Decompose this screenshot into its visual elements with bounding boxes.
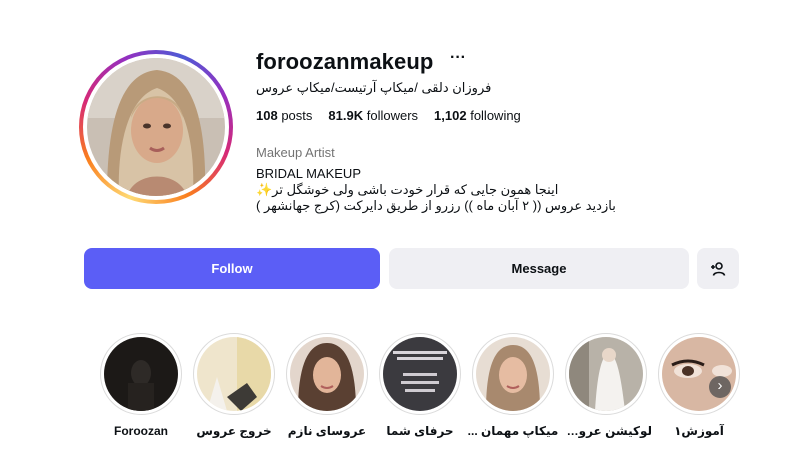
profile-avatar[interactable] xyxy=(87,58,225,196)
highlight-ring xyxy=(286,333,368,415)
profile-full-name: فروزان دلقی /میکاپ آرتیست/میکاپ عروس xyxy=(256,80,492,95)
highlight-ring xyxy=(472,333,554,415)
highlight-label: آموزش۱ xyxy=(674,424,724,438)
posts-count: 108 xyxy=(256,108,278,123)
highlight-item[interactable]: خروج عروس xyxy=(188,333,280,438)
highlight-ring xyxy=(379,333,461,415)
highlight-cover xyxy=(662,337,736,411)
follow-button[interactable]: Follow xyxy=(84,248,380,289)
profile-avatar-story-ring[interactable] xyxy=(79,50,233,204)
following-label: following xyxy=(470,108,521,123)
suggested-accounts-button[interactable] xyxy=(697,248,739,289)
avatar-image xyxy=(87,58,225,196)
highlight-ring xyxy=(193,333,275,415)
chevron-right-icon[interactable]: › xyxy=(709,376,731,398)
highlight-label: حرفای شما xyxy=(386,424,454,438)
posts-label: posts xyxy=(281,108,313,123)
profile-bio: BRIDAL MAKEUP اینجا همون جایی که قرار خو… xyxy=(256,166,616,214)
bio-line: BRIDAL MAKEUP xyxy=(256,166,361,181)
message-button[interactable]: Message xyxy=(389,248,689,289)
highlight-cover xyxy=(104,337,178,411)
highlight-item[interactable]: آموزش۱ xyxy=(653,333,745,438)
add-person-icon xyxy=(711,261,726,276)
highlight-ring xyxy=(100,333,182,415)
story-highlights: Foroozan خروج عروس عروسای نازم حرفای شما… xyxy=(95,333,745,450)
following-count: 1,102 xyxy=(434,108,467,123)
followers-label: followers xyxy=(366,108,419,123)
highlight-item[interactable]: حرفای شما xyxy=(374,333,466,438)
highlight-item[interactable]: میکاپ مهمان ... xyxy=(467,333,559,438)
posts-stat[interactable]: 108 posts xyxy=(256,108,312,123)
profile-category: Makeup Artist xyxy=(256,145,335,160)
highlight-label: عروسای نازم xyxy=(287,424,367,438)
profile-page: foroozanmakeup ··· فروزان دلقی /میکاپ آر… xyxy=(0,0,800,450)
profile-username: foroozanmakeup xyxy=(256,49,434,74)
highlight-cover xyxy=(197,337,271,411)
following-stat[interactable]: 1,102 following xyxy=(434,108,521,123)
profile-stats: 108 posts 81.9K followers 1,102 followin… xyxy=(256,108,521,123)
highlight-label: میکاپ مهمان ... xyxy=(467,424,559,438)
highlight-item[interactable]: عروسای نازم xyxy=(281,333,373,438)
highlight-item[interactable]: Foroozan xyxy=(95,333,187,438)
highlight-ring xyxy=(565,333,647,415)
highlight-label: خروج عروس xyxy=(196,424,272,438)
highlight-ring xyxy=(658,333,740,415)
followers-stat[interactable]: 81.9K followers xyxy=(328,108,418,123)
highlight-cover xyxy=(290,337,364,411)
highlight-cover xyxy=(383,337,457,411)
more-horizontal-icon[interactable]: ··· xyxy=(450,50,468,72)
highlight-cover xyxy=(476,337,550,411)
bio-line: اینجا همون جایی که قرار خودت باشی ولی خو… xyxy=(256,182,559,197)
highlight-item[interactable]: لوکیشن عروس... xyxy=(560,333,652,438)
bio-line: بازدید عروس (( ۲ آبان ماه )) رزرو از طری… xyxy=(256,198,616,213)
followers-count: 81.9K xyxy=(328,108,364,123)
highlight-cover xyxy=(569,337,643,411)
highlight-label: لوکیشن عروس... xyxy=(560,424,652,438)
highlight-label: Foroozan xyxy=(114,424,168,438)
